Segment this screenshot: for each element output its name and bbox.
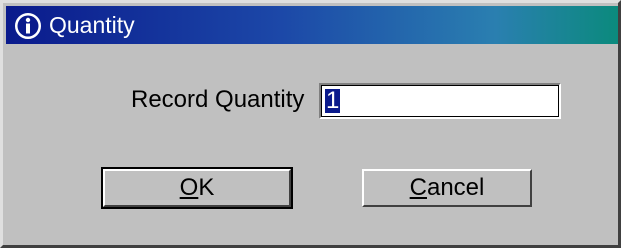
cancel-button[interactable]: Cancel <box>362 169 532 207</box>
dialog-title: Quantity <box>49 12 135 38</box>
record-quantity-input[interactable]: 1 <box>319 83 561 119</box>
record-quantity-label: Record Quantity <box>131 86 305 113</box>
cancel-button-label: Cancel <box>409 174 485 201</box>
quantity-dialog: Quantity Record Quantity 1 OK Cancel <box>0 0 621 248</box>
info-icon <box>15 13 41 39</box>
record-quantity-value: 1 <box>325 87 341 114</box>
title-bar[interactable]: Quantity <box>6 6 618 44</box>
ok-button[interactable]: OK <box>101 167 293 209</box>
ok-button-label: OK <box>179 174 215 201</box>
